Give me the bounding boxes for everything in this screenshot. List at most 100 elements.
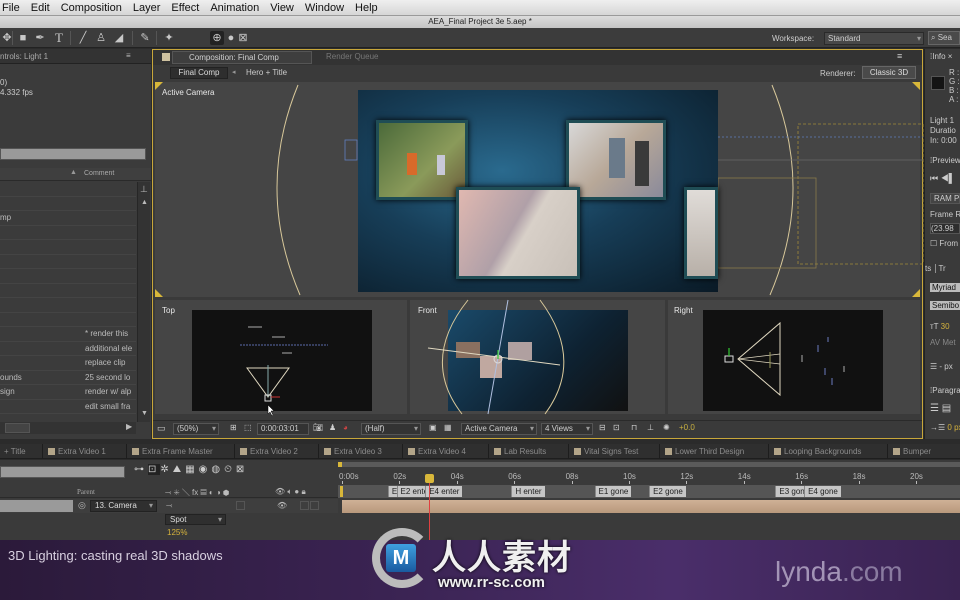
scroll-up-icon[interactable]: ▲ [141,199,148,206]
project-item-row[interactable] [0,182,136,197]
motion-blur-icon[interactable]: ◉ [199,464,212,475]
comp-mini-flowchart-icon[interactable]: ⊶ [134,464,148,475]
view-axis-icon[interactable]: ⊠ [236,31,250,45]
menu-edit[interactable]: Edit [28,2,58,14]
timeline-tab[interactable]: + Title [4,446,26,458]
solo-switch[interactable] [300,501,309,510]
resolution-dropdown[interactable]: (Half) [361,423,421,435]
project-horizontal-scrollbar[interactable]: ▶ [0,422,136,434]
font-family-dropdown[interactable]: Myriad [930,283,960,292]
indent-value[interactable]: 0 px [947,423,960,432]
timeline-tab[interactable]: Bumper [893,446,931,458]
project-item-row[interactable]: additional ele [0,342,136,356]
scroll-down-icon[interactable]: ▼ [141,410,148,417]
preview-transport-icons[interactable]: ⏮ ◀▌ [930,173,960,184]
preview-tab[interactable]: ⁞Preview [930,156,960,165]
comp-marker[interactable]: E4 enter [425,486,463,497]
tab-effects-presets[interactable]: ts [925,264,931,273]
font-size-value[interactable]: 30 [941,322,950,331]
project-item-row[interactable] [0,269,136,284]
front-view[interactable]: Front [410,300,665,414]
parent-pickwhip-icon[interactable]: ◎ [78,500,86,511]
channels-icon[interactable]: ◕ [343,423,348,435]
toggle-pixel-aspect-icon[interactable]: ⊟ [599,423,606,435]
project-item-row[interactable]: sign render w/ alp [0,385,136,400]
timeline-tab[interactable]: Extra Frame Master [132,446,213,458]
frame-blending-icon[interactable]: ▦ [185,464,198,475]
info-tab[interactable]: ⁞Info × [930,52,960,61]
current-time-display[interactable]: 0:00:03:01 [257,423,309,435]
region-of-interest-icon[interactable]: ▣ [429,423,437,435]
panel-menu-icon[interactable]: ≡ [897,51,902,61]
switch-box[interactable] [236,501,245,510]
render-queue-tab[interactable]: Render Queue [326,52,378,61]
snapshot-camera-icon[interactable]: 📷︎ [313,423,323,435]
project-item-row[interactable]: ounds 25 second lo [0,371,136,385]
menu-window[interactable]: Window [302,2,352,14]
timeline-tab[interactable]: Extra Video 2 [240,446,298,458]
project-item-row[interactable] [0,226,136,240]
tab-tracker[interactable]: Tr [938,264,945,273]
timeline-tab[interactable]: Extra Video 3 [324,446,382,458]
paragraph-tab[interactable]: ⁞Paragra [930,386,960,395]
local-axis-icon[interactable]: ⊕ [210,31,224,45]
menu-layer[interactable]: Layer [130,2,169,14]
graph-editor-icon[interactable]: ⊠ [236,464,248,475]
roto-brush-tool-icon[interactable]: ✎ [138,31,152,45]
right-view[interactable]: Right [668,300,920,414]
flowchart-icon[interactable]: ⊥ [140,184,148,195]
light-intensity-value[interactable]: 125% [167,528,187,537]
work-area-start-handle[interactable] [338,462,342,467]
comment-column-header[interactable]: Comment [84,170,114,177]
timeline-search-field[interactable] [0,466,125,478]
timeline-tab[interactable]: Extra Video 4 [408,446,466,458]
brush-tool-icon[interactable]: ╱ [76,31,90,45]
current-time-indicator-line[interactable] [429,476,431,540]
current-time-indicator[interactable] [425,474,435,483]
work-area-bar[interactable] [338,462,960,467]
font-style-dropdown[interactable]: Semibo [930,301,960,310]
timeline-tab[interactable]: Vital Signs Test [574,446,638,458]
lock-switch[interactable] [310,501,319,510]
project-item-row[interactable] [0,284,136,298]
breadcrumb-final-comp[interactable]: Final Comp [170,67,228,79]
search-help-input[interactable]: ⌕ Sea [928,31,960,45]
reset-exposure-icon[interactable]: ✺ [663,423,670,435]
light-type-dropdown[interactable]: Spot [165,514,226,525]
view-layout-dropdown[interactable]: 4 Views [541,423,593,435]
mask-visibility-icon[interactable]: ⬚ [244,423,252,435]
layer-name-cell[interactable] [0,500,73,512]
puppet-pin-tool-icon[interactable]: ✦ [162,31,176,45]
indent-field[interactable]: →☰ 0 px [930,423,960,432]
timeline-tab[interactable]: Extra Video 1 [48,446,106,458]
project-item-row[interactable]: mp [0,211,136,226]
comp-marker[interactable]: E2 gone [649,486,686,497]
frame-rate-dropdown[interactable]: (23.98 [930,223,960,234]
workspace-dropdown[interactable]: Standard [824,32,924,45]
timeline-tab[interactable]: Lower Third Design [665,446,744,458]
exposure-value[interactable]: +0.0 [679,423,695,435]
timeline-icon[interactable]: ⊓ [631,423,637,435]
live-update-icon[interactable]: ⊡ [148,464,161,475]
glucose-test-video-layer[interactable] [456,187,580,279]
composition-tab[interactable]: Composition: Final Comp [172,51,312,64]
breadcrumb-hero-title[interactable]: Hero + Title [246,68,287,77]
brainstorm-icon[interactable]: ◍ [211,464,224,475]
project-search-field[interactable] [0,148,146,160]
project-item-row[interactable] [0,197,136,211]
project-item-row[interactable] [0,255,136,269]
project-item-row[interactable] [0,313,136,327]
sort-ascending-icon[interactable]: ▲ [70,169,77,176]
pen-tool-icon[interactable]: ✒ [33,31,47,45]
type-tool-icon[interactable]: T [52,31,66,45]
menu-animation[interactable]: Animation [207,2,267,14]
shy-switch-icon[interactable]: ⤙ [166,501,172,511]
parent-dropdown[interactable]: 13. Camera [90,500,157,512]
project-item-row[interactable]: replace clip [0,356,136,371]
eraser-tool-icon[interactable]: ◢ [112,31,126,45]
project-item-row[interactable] [0,298,136,313]
project-vertical-scrollbar[interactable]: ⊥ ▲ ▼ [137,182,150,422]
kerning-field[interactable]: AV Met [930,338,960,347]
3d-view-dropdown[interactable]: Active Camera [461,423,537,435]
project-item-row[interactable] [0,240,136,255]
